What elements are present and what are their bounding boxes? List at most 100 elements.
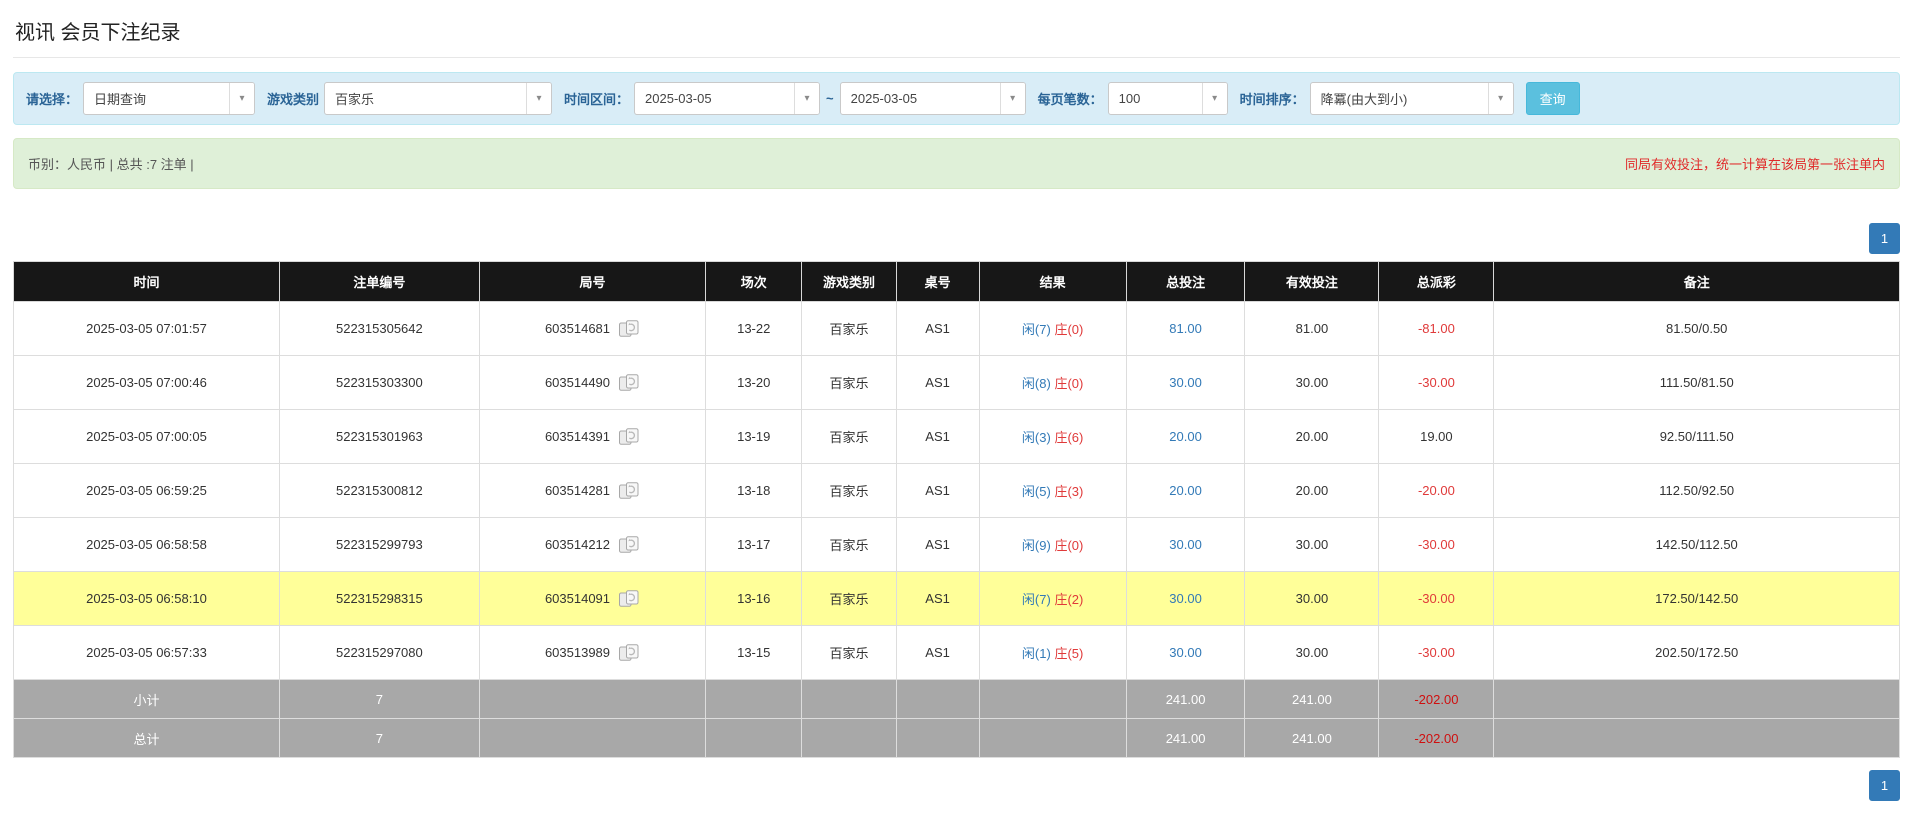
cell-time: 2025-03-05 06:58:10	[14, 572, 280, 626]
replay-icon[interactable]	[619, 320, 640, 337]
cell-table-no: AS1	[896, 356, 979, 410]
total-bet-link[interactable]: 30.00	[1169, 537, 1202, 552]
total-bet-link[interactable]: 20.00	[1169, 483, 1202, 498]
query-type-select[interactable]: 日期查询 ▾	[83, 82, 255, 115]
cell-result: 闲(5) 庄(3)	[979, 464, 1126, 518]
total-bet-link[interactable]: 30.00	[1169, 375, 1202, 390]
subtotal-label: 小计	[14, 680, 280, 719]
cell-total-bet: 30.00	[1126, 518, 1245, 572]
empty-cell	[802, 719, 896, 758]
replay-icon[interactable]	[619, 644, 640, 661]
cell-payout: -30.00	[1379, 626, 1494, 680]
cell-time: 2025-03-05 07:01:57	[14, 302, 280, 356]
cell-result: 闲(7) 庄(2)	[979, 572, 1126, 626]
grand-total-row: 总计 7 241.00 241.00 -202.00	[14, 719, 1900, 758]
page: 视讯 会员下注纪录 请选择： 日期查询 ▾ 游戏类别 百家乐 ▾ 时间区间： 2…	[0, 0, 1913, 821]
subtotal-count: 7	[279, 680, 479, 719]
cell-game-type: 百家乐	[802, 626, 896, 680]
header-game-type: 游戏类别	[802, 262, 896, 302]
grand-total-payout: -202.00	[1379, 719, 1494, 758]
cell-round: 603514681	[479, 302, 705, 356]
total-bet-link[interactable]: 30.00	[1169, 591, 1202, 606]
result-player: 闲(8)	[1022, 376, 1051, 391]
header-bet-id: 注单编号	[279, 262, 479, 302]
cell-session: 13-16	[706, 572, 802, 626]
round-number: 603513989	[545, 645, 610, 660]
empty-cell	[896, 719, 979, 758]
sort-select[interactable]: 降冪(由大到小) ▾	[1310, 82, 1514, 115]
empty-cell	[1494, 680, 1900, 719]
cell-payout: -81.00	[1379, 302, 1494, 356]
replay-icon[interactable]	[619, 536, 640, 553]
header-table-no: 桌号	[896, 262, 979, 302]
replay-icon[interactable]	[619, 590, 640, 607]
pagination-bottom: 1	[13, 770, 1900, 801]
cell-total-bet: 30.00	[1126, 626, 1245, 680]
cell-result: 闲(9) 庄(0)	[979, 518, 1126, 572]
cell-session: 13-15	[706, 626, 802, 680]
cell-game-type: 百家乐	[802, 410, 896, 464]
cell-round: 603513989	[479, 626, 705, 680]
chevron-down-icon: ▾	[229, 83, 254, 114]
cell-table-no: AS1	[896, 410, 979, 464]
result-player: 闲(1)	[1022, 646, 1051, 661]
cell-table-no: AS1	[896, 464, 979, 518]
cell-round: 603514091	[479, 572, 705, 626]
table-header-row: 时间 注单编号 局号 场次 游戏类别 桌号 结果 总投注 有效投注 总派彩 备注	[14, 262, 1900, 302]
result-player: 闲(5)	[1022, 484, 1051, 499]
round-number: 603514490	[545, 375, 610, 390]
total-bet-link[interactable]: 20.00	[1169, 429, 1202, 444]
summary-notice: 同局有效投注，统一计算在该局第一张注单内	[1625, 154, 1885, 173]
table-row: 2025-03-05 07:01:57522315305642603514681…	[14, 302, 1900, 356]
cell-game-type: 百家乐	[802, 356, 896, 410]
cell-round: 603514212	[479, 518, 705, 572]
grand-total-count: 7	[279, 719, 479, 758]
cell-game-type: 百家乐	[802, 518, 896, 572]
sort-label: 时间排序：	[1240, 89, 1305, 108]
empty-cell	[979, 719, 1126, 758]
replay-icon[interactable]	[619, 428, 640, 445]
game-type-select[interactable]: 百家乐 ▾	[324, 82, 552, 115]
cell-time: 2025-03-05 06:57:33	[14, 626, 280, 680]
header-result: 结果	[979, 262, 1126, 302]
total-bet-link[interactable]: 30.00	[1169, 645, 1202, 660]
cell-valid-bet: 30.00	[1245, 626, 1379, 680]
result-banker: 庄(0)	[1054, 376, 1083, 391]
empty-cell	[979, 680, 1126, 719]
cell-time: 2025-03-05 06:59:25	[14, 464, 280, 518]
date-from-select[interactable]: 2025-03-05 ▾	[634, 82, 820, 115]
search-button[interactable]: 查询	[1526, 82, 1580, 115]
subtotal-valid-bet: 241.00	[1245, 680, 1379, 719]
query-type-value: 日期查询	[84, 89, 156, 108]
page-size-select[interactable]: 100 ▾	[1108, 82, 1228, 115]
range-separator: ~	[826, 91, 834, 106]
cell-total-bet: 30.00	[1126, 572, 1245, 626]
chevron-down-icon: ▾	[794, 83, 819, 114]
empty-cell	[1494, 719, 1900, 758]
time-range-label: 时间区间：	[564, 89, 629, 108]
cell-time: 2025-03-05 06:58:58	[14, 518, 280, 572]
total-bet-link[interactable]: 81.00	[1169, 321, 1202, 336]
cell-table-no: AS1	[896, 626, 979, 680]
subtotal-total-bet: 241.00	[1126, 680, 1245, 719]
game-type-value: 百家乐	[325, 89, 384, 108]
replay-icon[interactable]	[619, 482, 640, 499]
cell-session: 13-17	[706, 518, 802, 572]
cell-total-bet: 81.00	[1126, 302, 1245, 356]
cell-remark: 92.50/111.50	[1494, 410, 1900, 464]
cell-bet-id: 522315298315	[279, 572, 479, 626]
pagination-page-1[interactable]: 1	[1869, 770, 1900, 801]
chevron-down-icon: ▾	[1202, 83, 1227, 114]
result-player: 闲(7)	[1022, 592, 1051, 607]
cell-game-type: 百家乐	[802, 302, 896, 356]
cell-valid-bet: 30.00	[1245, 356, 1379, 410]
result-banker: 庄(6)	[1054, 430, 1083, 445]
table-row: 2025-03-05 06:57:33522315297080603513989…	[14, 626, 1900, 680]
cell-round: 603514490	[479, 356, 705, 410]
pagination-page-1[interactable]: 1	[1869, 223, 1900, 254]
replay-icon[interactable]	[619, 374, 640, 391]
cell-payout: -30.00	[1379, 518, 1494, 572]
date-to-select[interactable]: 2025-03-05 ▾	[840, 82, 1026, 115]
sort-value: 降冪(由大到小)	[1311, 89, 1418, 108]
result-banker: 庄(5)	[1054, 646, 1083, 661]
